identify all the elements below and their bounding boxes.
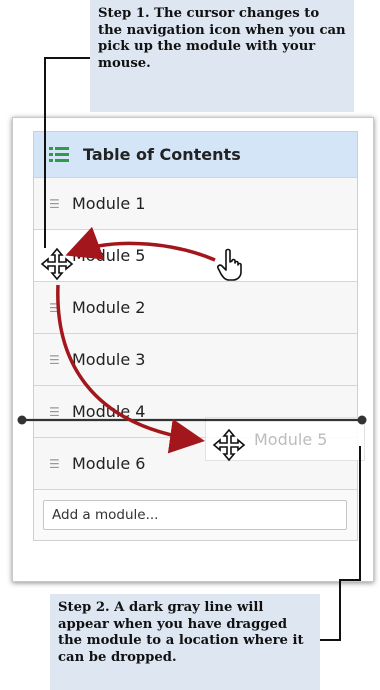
pickup-arrow — [65, 226, 216, 262]
move-cursor-icon — [40, 247, 74, 281]
annotation-overlay — [17, 57, 367, 641]
drag-path-arrow — [56, 284, 205, 454]
step2-text: Step 2. A dark gray line will appear whe… — [58, 600, 304, 665]
drop-line-endpoint — [357, 415, 367, 425]
step2-callout: Step 2. A dark gray line will appear whe… — [50, 594, 320, 690]
move-cursor-icon — [212, 428, 246, 462]
hand-pointer-icon — [217, 248, 242, 281]
step2-connector — [320, 446, 361, 641]
step1-connector — [44, 57, 90, 248]
drop-line-endpoint — [17, 415, 27, 425]
